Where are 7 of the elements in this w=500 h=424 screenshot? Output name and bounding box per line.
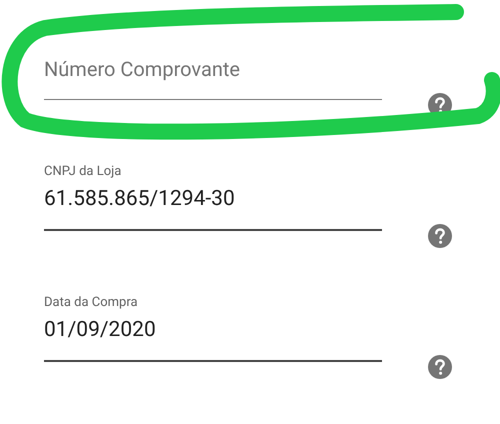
help-icon[interactable]	[428, 224, 452, 248]
input-field[interactable]: 61.585.865/1294-30	[44, 181, 382, 231]
field-label: Data da Compra	[44, 295, 138, 310]
input-field[interactable]: 01/09/2020	[44, 312, 382, 362]
help-icon[interactable]	[428, 355, 452, 379]
input-field[interactable]: Número Comprovante	[44, 50, 382, 100]
field-label: CNPJ da Loja	[44, 164, 122, 179]
